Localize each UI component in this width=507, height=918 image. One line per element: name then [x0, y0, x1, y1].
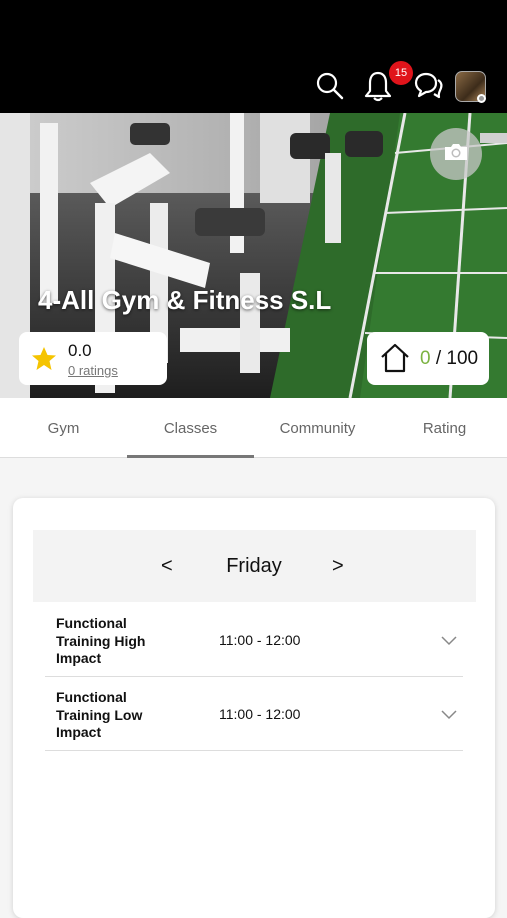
gym-name: 4-All Gym & Fitness S.L: [38, 285, 332, 315]
next-day-button[interactable]: >: [332, 555, 344, 578]
day-label: Friday: [226, 555, 282, 577]
points-current: 0: [420, 348, 431, 369]
rating-card[interactable]: 0.0 0 ratings: [19, 332, 167, 385]
class-row[interactable]: Functional Training High Impact 11:00 - …: [45, 603, 463, 677]
star-icon: [31, 346, 57, 376]
tab-classes[interactable]: Classes: [127, 398, 254, 458]
search-icon[interactable]: [312, 68, 348, 104]
class-name: Functional Training High Impact: [56, 615, 146, 666]
class-name: Functional Training Low Impact: [56, 689, 143, 740]
ratings-link[interactable]: 0 ratings: [68, 363, 118, 378]
house-icon: [379, 343, 411, 378]
rating-value: 0.0: [68, 341, 92, 360]
points-card[interactable]: 0 / 100: [367, 332, 489, 385]
tab-rating[interactable]: Rating: [381, 398, 507, 458]
class-time: 11:00 - 12:00: [219, 706, 301, 722]
chevron-down-icon[interactable]: [441, 633, 457, 651]
camera-icon: [443, 141, 469, 168]
class-time: 11:00 - 12:00: [219, 632, 301, 648]
tab-bar: Gym Classes Community Rating: [0, 398, 507, 458]
class-row[interactable]: Functional Training Low Impact 11:00 - 1…: [45, 677, 463, 751]
prev-day-button[interactable]: <: [161, 555, 173, 578]
points-value: 0 / 100: [420, 348, 478, 370]
chevron-down-icon[interactable]: [441, 707, 457, 725]
status-dot: [477, 94, 486, 103]
points-total: / 100: [430, 348, 479, 369]
active-tab-indicator: [127, 455, 254, 458]
camera-button[interactable]: [430, 128, 482, 180]
chat-icon[interactable]: [410, 68, 446, 104]
tab-gym[interactable]: Gym: [0, 398, 127, 458]
tab-community[interactable]: Community: [254, 398, 381, 458]
